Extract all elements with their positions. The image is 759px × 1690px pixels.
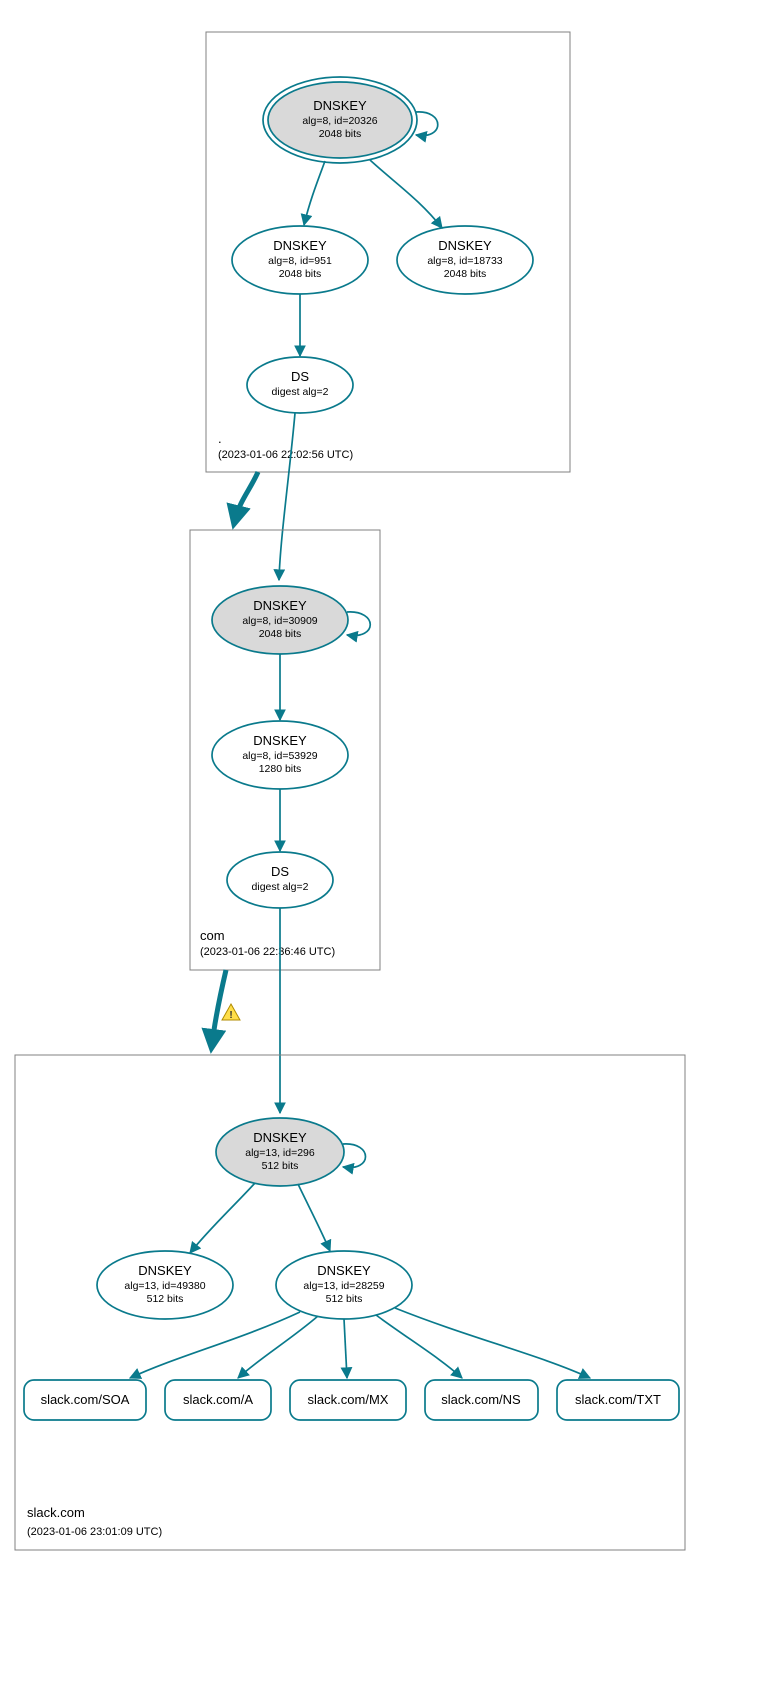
node-root-ksk-title: DNSKEY xyxy=(313,98,367,113)
rrset-txt: slack.com/TXT xyxy=(557,1380,679,1420)
edge-to-ns xyxy=(376,1315,462,1378)
edge-rootksk-to-951 xyxy=(304,161,325,225)
node-root-zsk-18733: DNSKEY alg=8, id=18733 2048 bits xyxy=(397,226,533,294)
svg-text:512 bits: 512 bits xyxy=(147,1293,184,1305)
edge-rootds-to-comksk xyxy=(279,413,295,580)
node-com-zsk: DNSKEY alg=8, id=53929 1280 bits xyxy=(212,721,348,789)
rrset-a: slack.com/A xyxy=(165,1380,271,1420)
zone-root-name: . xyxy=(218,431,222,446)
edge-slackksk-to-28259 xyxy=(298,1184,330,1251)
zone-slack: slack.com (2023-01-06 23:01:09 UTC) DNSK… xyxy=(15,1055,685,1550)
rrset-mx: slack.com/MX xyxy=(290,1380,406,1420)
edge-slack-ksk-self xyxy=(343,1144,366,1168)
edge-to-a xyxy=(238,1316,318,1378)
svg-text:512 bits: 512 bits xyxy=(326,1293,363,1305)
node-root-ksk-line3: 2048 bits xyxy=(319,128,362,140)
svg-text:DNSKEY: DNSKEY xyxy=(138,1263,192,1278)
svg-text:DNSKEY: DNSKEY xyxy=(253,1130,307,1145)
edge-com-ksk-self xyxy=(347,612,370,636)
svg-text:alg=8, id=18733: alg=8, id=18733 xyxy=(427,255,502,267)
warning-icon: ! xyxy=(222,1004,240,1021)
svg-text:2048 bits: 2048 bits xyxy=(279,268,322,280)
node-slack-zsk-28259: DNSKEY alg=13, id=28259 512 bits xyxy=(276,1251,412,1319)
svg-text:digest alg=2: digest alg=2 xyxy=(252,881,309,893)
node-com-ds: DS digest alg=2 xyxy=(227,852,333,908)
svg-text:slack.com/TXT: slack.com/TXT xyxy=(575,1392,661,1407)
svg-text:slack.com/NS: slack.com/NS xyxy=(441,1392,521,1407)
rrset-soa: slack.com/SOA xyxy=(24,1380,146,1420)
svg-text:2048 bits: 2048 bits xyxy=(444,268,487,280)
zone-com-time: (2023-01-06 22:36:46 UTC) xyxy=(200,946,335,958)
svg-text:1280 bits: 1280 bits xyxy=(259,763,302,775)
node-root-ksk: DNSKEY alg=8, id=20326 2048 bits xyxy=(263,77,417,163)
edge-root-ksk-self xyxy=(416,112,438,136)
zone-root-time: (2023-01-06 22:02:56 UTC) xyxy=(218,449,353,461)
zone-root: . (2023-01-06 22:02:56 UTC) DNSKEY alg=8… xyxy=(206,32,570,472)
svg-text:DNSKEY: DNSKEY xyxy=(253,598,307,613)
node-root-ds: DS digest alg=2 xyxy=(247,357,353,413)
svg-text:alg=13, id=28259: alg=13, id=28259 xyxy=(303,1280,384,1292)
zone-com: com (2023-01-06 22:36:46 UTC) DNSKEY alg… xyxy=(190,530,380,970)
edge-rootksk-to-18733 xyxy=(370,160,442,228)
svg-text:alg=13, id=49380: alg=13, id=49380 xyxy=(124,1280,205,1292)
zone-com-name: com xyxy=(200,928,225,943)
node-com-ksk: DNSKEY alg=8, id=30909 2048 bits xyxy=(212,586,348,654)
edge-slackksk-to-49380 xyxy=(190,1183,255,1253)
svg-text:!: ! xyxy=(229,1010,232,1021)
svg-text:alg=8, id=30909: alg=8, id=30909 xyxy=(242,615,317,627)
svg-text:slack.com/MX: slack.com/MX xyxy=(308,1392,389,1407)
svg-text:DS: DS xyxy=(291,369,309,384)
node-slack-zsk-49380: DNSKEY alg=13, id=49380 512 bits xyxy=(97,1251,233,1319)
svg-text:DNSKEY: DNSKEY xyxy=(253,733,307,748)
svg-text:DNSKEY: DNSKEY xyxy=(317,1263,371,1278)
svg-text:512 bits: 512 bits xyxy=(262,1160,299,1172)
zone-slack-time: (2023-01-06 23:01:09 UTC) xyxy=(27,1526,162,1538)
svg-text:alg=13, id=296: alg=13, id=296 xyxy=(245,1147,315,1159)
edge-to-txt xyxy=(395,1308,590,1378)
rrset-ns: slack.com/NS xyxy=(425,1380,538,1420)
svg-text:slack.com/SOA: slack.com/SOA xyxy=(41,1392,130,1407)
svg-text:DS: DS xyxy=(271,864,289,879)
edge-delegation-root-com xyxy=(235,472,258,520)
zone-slack-name: slack.com xyxy=(27,1505,85,1520)
svg-text:DNSKEY: DNSKEY xyxy=(438,238,492,253)
svg-text:DNSKEY: DNSKEY xyxy=(273,238,327,253)
node-root-ksk-line2: alg=8, id=20326 xyxy=(302,115,377,127)
node-slack-ksk: DNSKEY alg=13, id=296 512 bits xyxy=(216,1118,344,1186)
edge-to-soa xyxy=(130,1312,300,1378)
svg-text:alg=8, id=53929: alg=8, id=53929 xyxy=(242,750,317,762)
svg-text:slack.com/A: slack.com/A xyxy=(183,1392,253,1407)
svg-text:alg=8, id=951: alg=8, id=951 xyxy=(268,255,332,267)
node-root-zsk-951: DNSKEY alg=8, id=951 2048 bits xyxy=(232,226,368,294)
edge-to-mx xyxy=(344,1319,347,1378)
svg-text:2048 bits: 2048 bits xyxy=(259,628,302,640)
svg-text:digest alg=2: digest alg=2 xyxy=(272,386,329,398)
edge-delegation-com-slack xyxy=(212,970,226,1044)
